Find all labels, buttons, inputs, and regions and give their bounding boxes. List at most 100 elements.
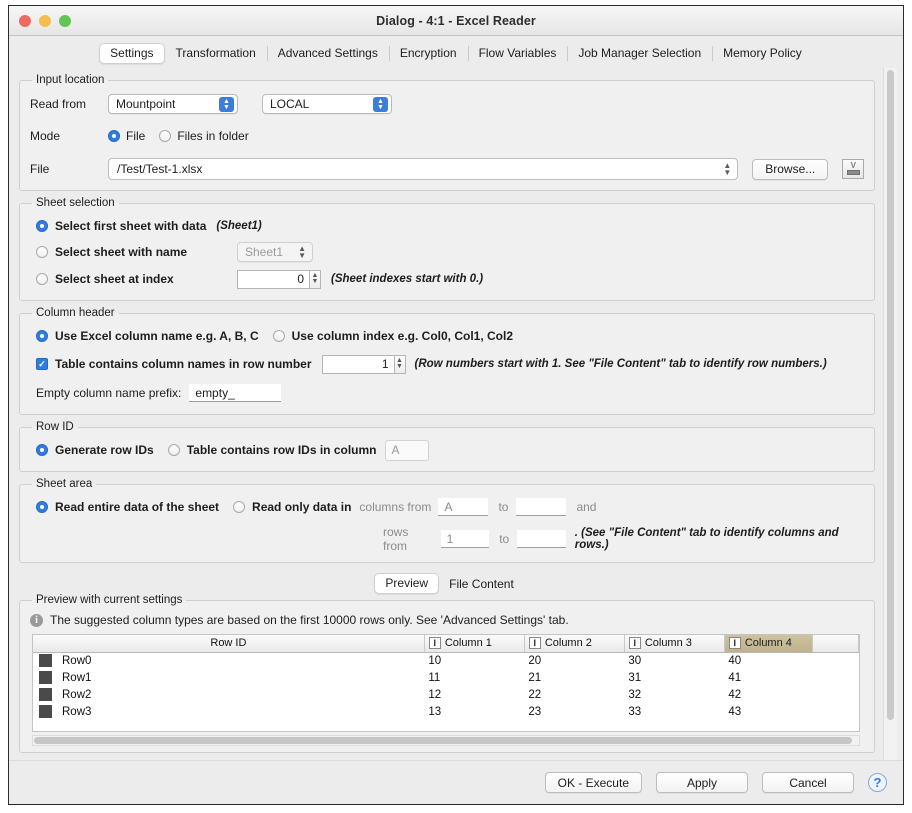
cell-column-4: 41 <box>724 669 812 686</box>
empty-prefix-input[interactable]: empty_ <box>189 384 281 402</box>
row-marker <box>33 652 58 669</box>
chevron-updown-icon[interactable]: ▲▼ <box>219 97 234 112</box>
sheet-name-select[interactable]: Sheet1 ▲▼ <box>237 242 313 262</box>
table-row[interactable]: Row1 11 21 31 41 <box>33 669 859 686</box>
row-marker <box>33 686 58 703</box>
chevron-updown-icon[interactable]: ▲▼ <box>394 355 406 374</box>
first-sheet-hint: (Sheet1) <box>216 220 261 232</box>
file-label: File <box>30 162 108 176</box>
tab-preview[interactable]: Preview <box>374 573 439 594</box>
header-column-3[interactable]: I Column 3 <box>624 635 724 652</box>
checkbox-table-contains-column-names[interactable] <box>36 358 48 370</box>
sheet-name-label: Select sheet with name <box>55 245 237 259</box>
chevron-updown-icon[interactable]: ▲▼ <box>723 162 731 176</box>
header-column-4[interactable]: I Column 4 <box>724 635 812 652</box>
radio-read-only-data-in[interactable] <box>233 501 245 513</box>
header-filler <box>812 635 858 652</box>
preview-legend: Preview with current settings <box>32 594 186 606</box>
empty-prefix-label: Empty column name prefix: <box>36 386 181 400</box>
cell-filler <box>812 652 858 669</box>
sheet-name-value: Sheet1 <box>245 245 283 259</box>
cell-column-1: 10 <box>424 652 524 669</box>
header-column-2-label: Column 2 <box>545 637 592 649</box>
input-location-legend: Input location <box>32 74 108 86</box>
tab-advanced-settings[interactable]: Advanced Settings <box>267 43 389 64</box>
header-row-id[interactable]: Row ID <box>33 635 424 652</box>
cell-column-4: 43 <box>724 703 812 720</box>
tab-file-content[interactable]: File Content <box>439 575 524 594</box>
row-marker <box>33 669 58 686</box>
rows-to-input[interactable] <box>517 530 566 548</box>
cell-column-4: 40 <box>724 652 812 669</box>
radio-mode-files-in-folder[interactable] <box>159 130 171 142</box>
cell-column-1: 12 <box>424 686 524 703</box>
radio-mode-file[interactable] <box>108 130 120 142</box>
ok-execute-button[interactable]: OK - Execute <box>545 772 642 793</box>
tab-flow-variables[interactable]: Flow Variables <box>468 43 568 64</box>
table-row[interactable]: Row0 10 20 30 40 <box>33 652 859 669</box>
browse-button[interactable]: Browse... <box>752 159 828 180</box>
read-from-select[interactable]: Mountpoint ▲▼ <box>108 94 238 114</box>
mountpoint-select[interactable]: LOCAL ▲▼ <box>262 94 392 114</box>
sheet-index-stepper[interactable]: 0 ▲▼ <box>237 270 321 289</box>
tab-encryption[interactable]: Encryption <box>389 43 468 64</box>
radio-first-sheet-with-data[interactable] <box>36 220 48 232</box>
help-icon[interactable]: ? <box>868 773 887 792</box>
contains-row-ids-label: Table contains row IDs in column <box>187 443 377 457</box>
sheet-area-group: Sheet area Read entire data of the sheet… <box>19 478 875 563</box>
tab-transformation[interactable]: Transformation <box>165 43 267 64</box>
table-row[interactable]: Row2 12 22 32 42 <box>33 686 859 703</box>
chevron-updown-icon[interactable]: ▲▼ <box>309 270 321 289</box>
tab-memory-policy[interactable]: Memory Policy <box>712 43 813 64</box>
generate-row-ids-label: Generate row IDs <box>55 443 154 457</box>
preview-info-text: The suggested column types are based on … <box>50 613 569 627</box>
radio-sheet-at-index[interactable] <box>36 273 48 285</box>
radio-sheet-with-name[interactable] <box>36 246 48 258</box>
radio-use-excel-column-name[interactable] <box>36 330 48 342</box>
chevron-updown-icon[interactable]: ▲▼ <box>298 245 306 259</box>
cancel-button[interactable]: Cancel <box>762 772 854 793</box>
sheet-selection-group: Sheet selection Select first sheet with … <box>19 197 875 301</box>
scrollbar-thumb[interactable] <box>34 737 852 744</box>
apply-button[interactable]: Apply <box>656 772 748 793</box>
dialog-vertical-scrollbar[interactable] <box>883 68 897 760</box>
file-path-input[interactable]: /Test/Test-1.xlsx ▲▼ <box>108 158 738 180</box>
scrollbar-thumb[interactable] <box>887 70 894 720</box>
header-column-2[interactable]: I Column 2 <box>524 635 624 652</box>
sheet-selection-legend: Sheet selection <box>32 197 119 209</box>
row-id-column-input[interactable]: A <box>385 440 429 461</box>
mode-label: Mode <box>30 129 108 143</box>
file-history-icon[interactable]: V <box>842 159 864 179</box>
radio-table-contains-row-ids[interactable] <box>168 444 180 456</box>
row-id-cell: Row1 <box>58 669 424 686</box>
preview-horizontal-scrollbar[interactable] <box>32 735 860 746</box>
rows-from-input[interactable]: 1 <box>441 530 490 548</box>
read-entire-label: Read entire data of the sheet <box>55 500 219 514</box>
and-label: and <box>576 500 596 514</box>
columns-to-input[interactable] <box>516 498 566 516</box>
integer-type-icon: I <box>429 637 441 649</box>
header-row-number-value[interactable]: 1 <box>322 355 394 374</box>
cell-column-1: 13 <box>424 703 524 720</box>
sheet-index-hint: (Sheet indexes start with 0.) <box>331 273 483 285</box>
preview-table-container[interactable]: Row ID I Column 1 <box>32 634 860 732</box>
sheet-index-value[interactable]: 0 <box>237 270 309 289</box>
header-row-number-stepper[interactable]: 1 ▲▼ <box>322 355 406 374</box>
row-id-cell: Row3 <box>58 703 424 720</box>
tab-settings[interactable]: Settings <box>99 43 164 64</box>
excel-column-name-label: Use Excel column name e.g. A, B, C <box>55 329 259 343</box>
cell-column-2: 21 <box>524 669 624 686</box>
window-title: Dialog - 4:1 - Excel Reader <box>9 14 903 28</box>
tab-job-manager-selection[interactable]: Job Manager Selection <box>567 43 712 64</box>
columns-from-input[interactable]: A <box>438 498 488 516</box>
chevron-updown-icon[interactable]: ▲▼ <box>373 97 388 112</box>
cell-column-3: 33 <box>624 703 724 720</box>
mode-file-label: File <box>126 129 145 143</box>
sheet-index-label: Select sheet at index <box>55 272 237 286</box>
radio-read-entire-sheet[interactable] <box>36 501 48 513</box>
header-column-1[interactable]: I Column 1 <box>424 635 524 652</box>
table-row[interactable]: Row3 13 23 33 43 <box>33 703 859 720</box>
rows-to-label: to <box>499 532 509 546</box>
radio-generate-row-ids[interactable] <box>36 444 48 456</box>
radio-use-column-index[interactable] <box>273 330 285 342</box>
